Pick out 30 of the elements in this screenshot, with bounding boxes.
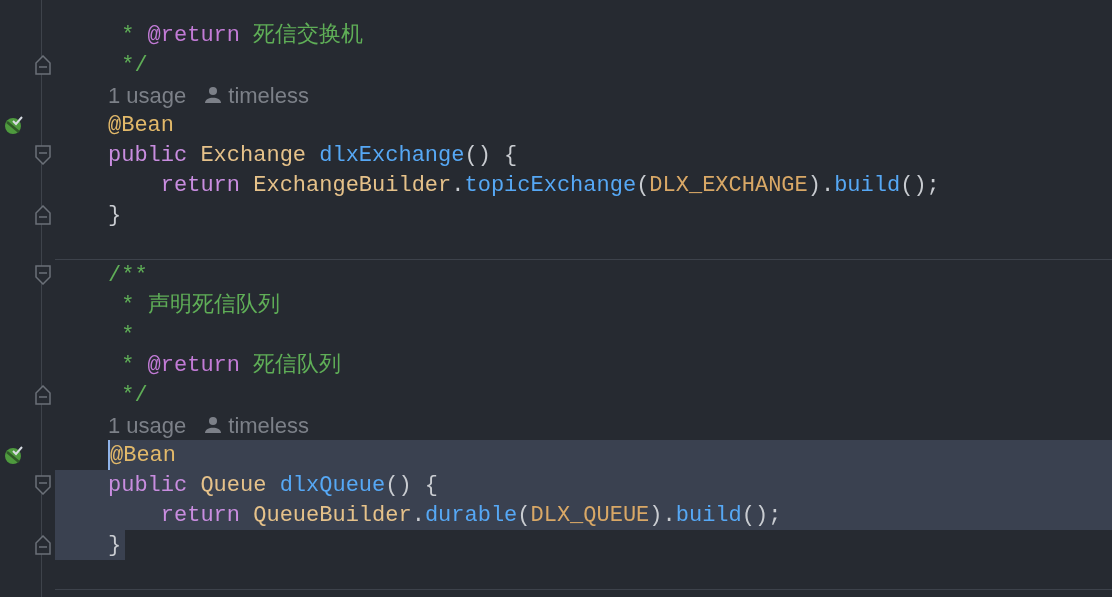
person-icon <box>204 416 223 434</box>
bean-icon[interactable] <box>4 115 24 135</box>
fold-icon[interactable] <box>35 535 51 555</box>
code-line: * <box>120 321 135 350</box>
person-icon <box>204 86 223 104</box>
code-line: * 声明死信队列 <box>120 291 280 320</box>
author-hint[interactable]: timeless <box>228 408 309 442</box>
fold-icon[interactable] <box>35 475 51 495</box>
usage-hint[interactable]: 1 usage <box>108 408 187 442</box>
code-line: * @return 死信队列 <box>120 351 342 380</box>
fold-icon[interactable] <box>35 205 51 225</box>
code-line: public Exchange dlxExchange() { <box>108 141 518 170</box>
fold-icon[interactable] <box>35 145 51 165</box>
code-line: */ <box>120 381 148 410</box>
fold-icon[interactable] <box>35 265 51 285</box>
code-line: return ExchangeBuilder.topicExchange(DLX_EXCHANGE).build(); <box>159 171 940 200</box>
fold-icon[interactable] <box>35 55 51 75</box>
bean-icon[interactable] <box>4 445 24 465</box>
code-line: */ <box>120 51 148 80</box>
code-line: @Bean <box>108 111 174 140</box>
code-line: @Bean <box>110 441 176 470</box>
code-line: /** <box>108 261 148 290</box>
code-line: } <box>108 201 122 230</box>
code-line: return QueueBuilder.durable(DLX_QUEUE).build(); <box>159 501 782 530</box>
code-line: * @return 死信交换机 <box>120 21 364 50</box>
usage-hint[interactable]: 1 usage <box>108 78 187 112</box>
code-line: } <box>108 531 122 560</box>
fold-icon[interactable] <box>35 385 51 405</box>
code-line: public Queue dlxQueue() { <box>108 471 439 500</box>
author-hint[interactable]: timeless <box>228 78 309 112</box>
